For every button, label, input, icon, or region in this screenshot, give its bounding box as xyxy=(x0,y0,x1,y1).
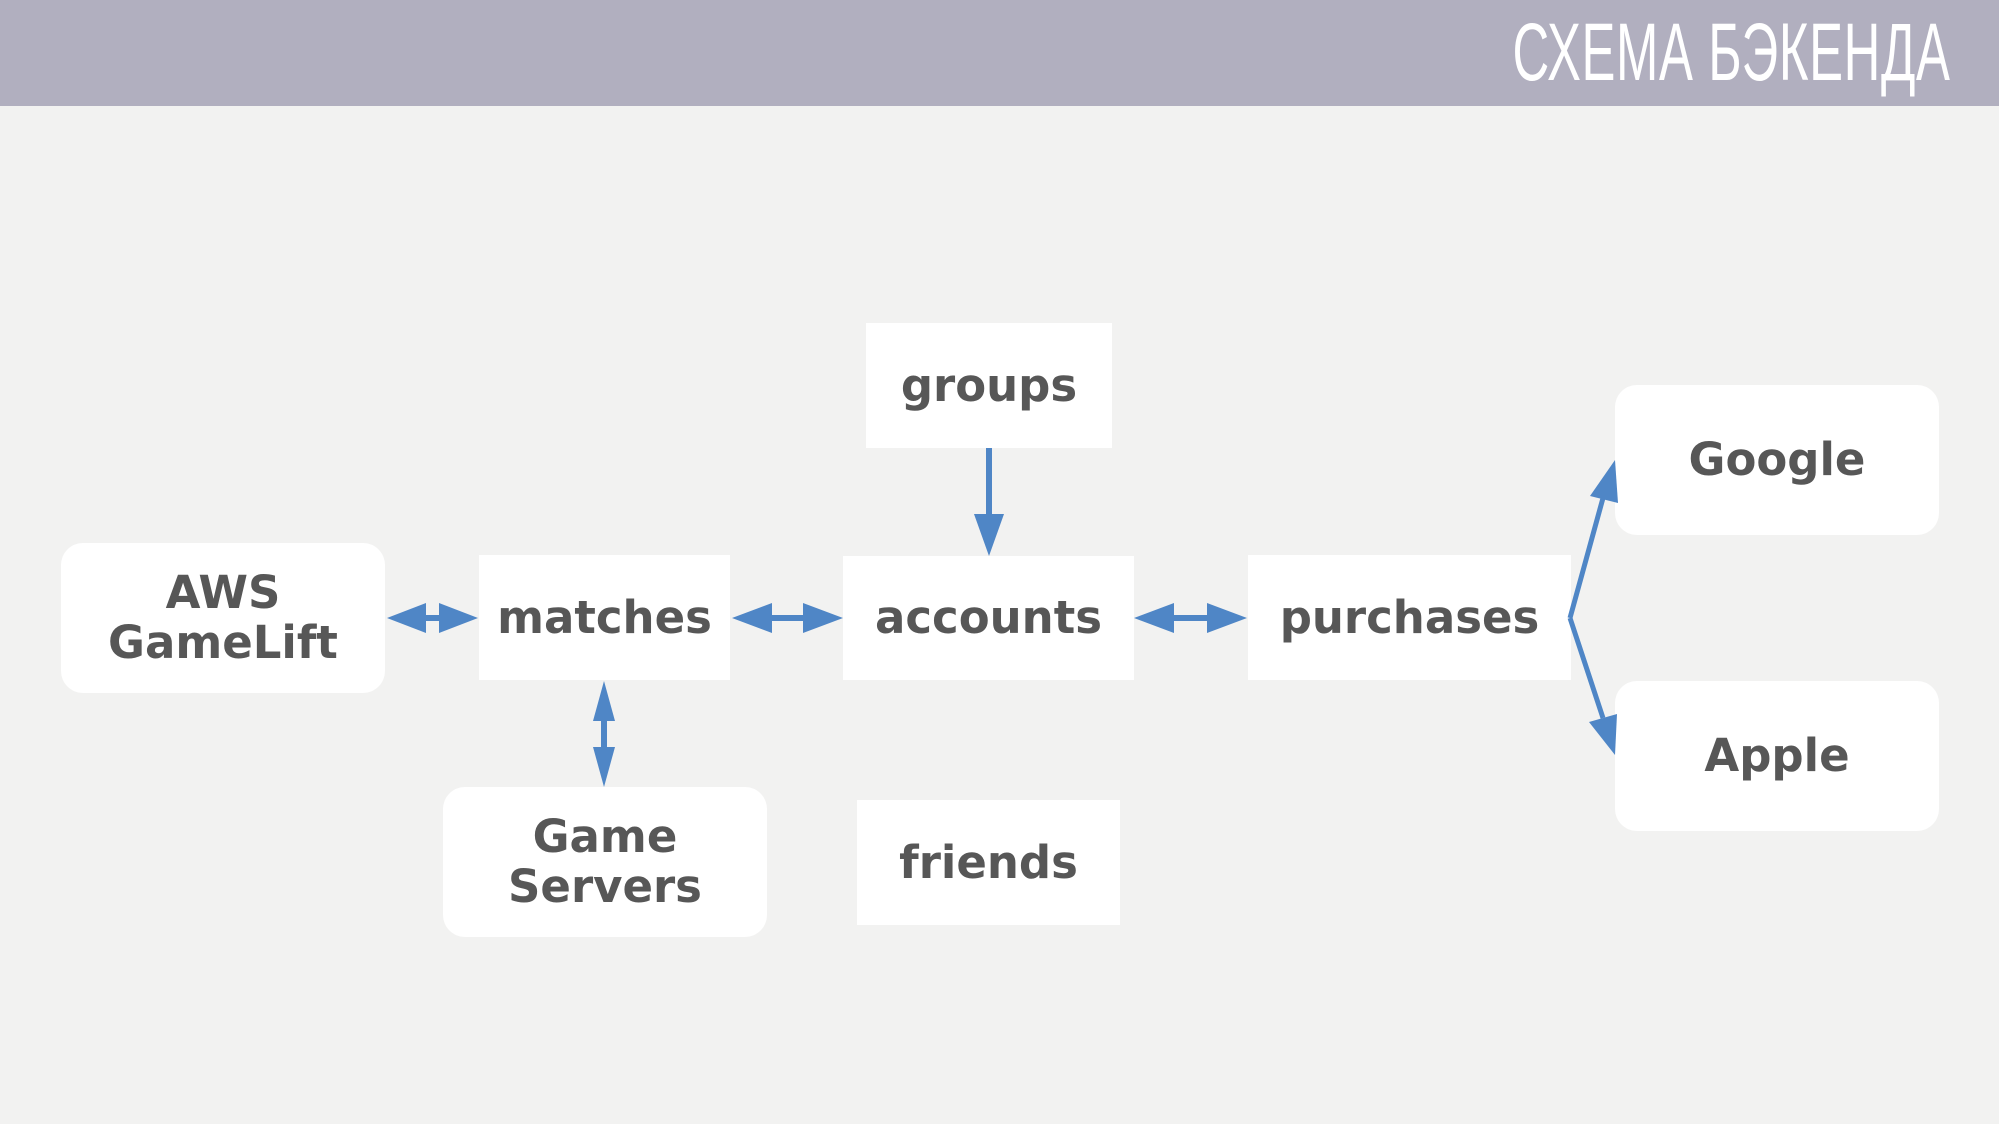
arrow-aws-matches xyxy=(387,603,478,633)
arrow-purchases-apple xyxy=(1567,617,1617,755)
arrow-matches-gameservers xyxy=(593,681,615,787)
arrow-accounts-purchases xyxy=(1134,603,1247,633)
arrow-matches-accounts xyxy=(732,603,843,633)
arrow-purchases-google xyxy=(1567,460,1618,619)
arrow-groups-accounts xyxy=(974,448,1004,556)
connector-layer xyxy=(387,448,1618,787)
